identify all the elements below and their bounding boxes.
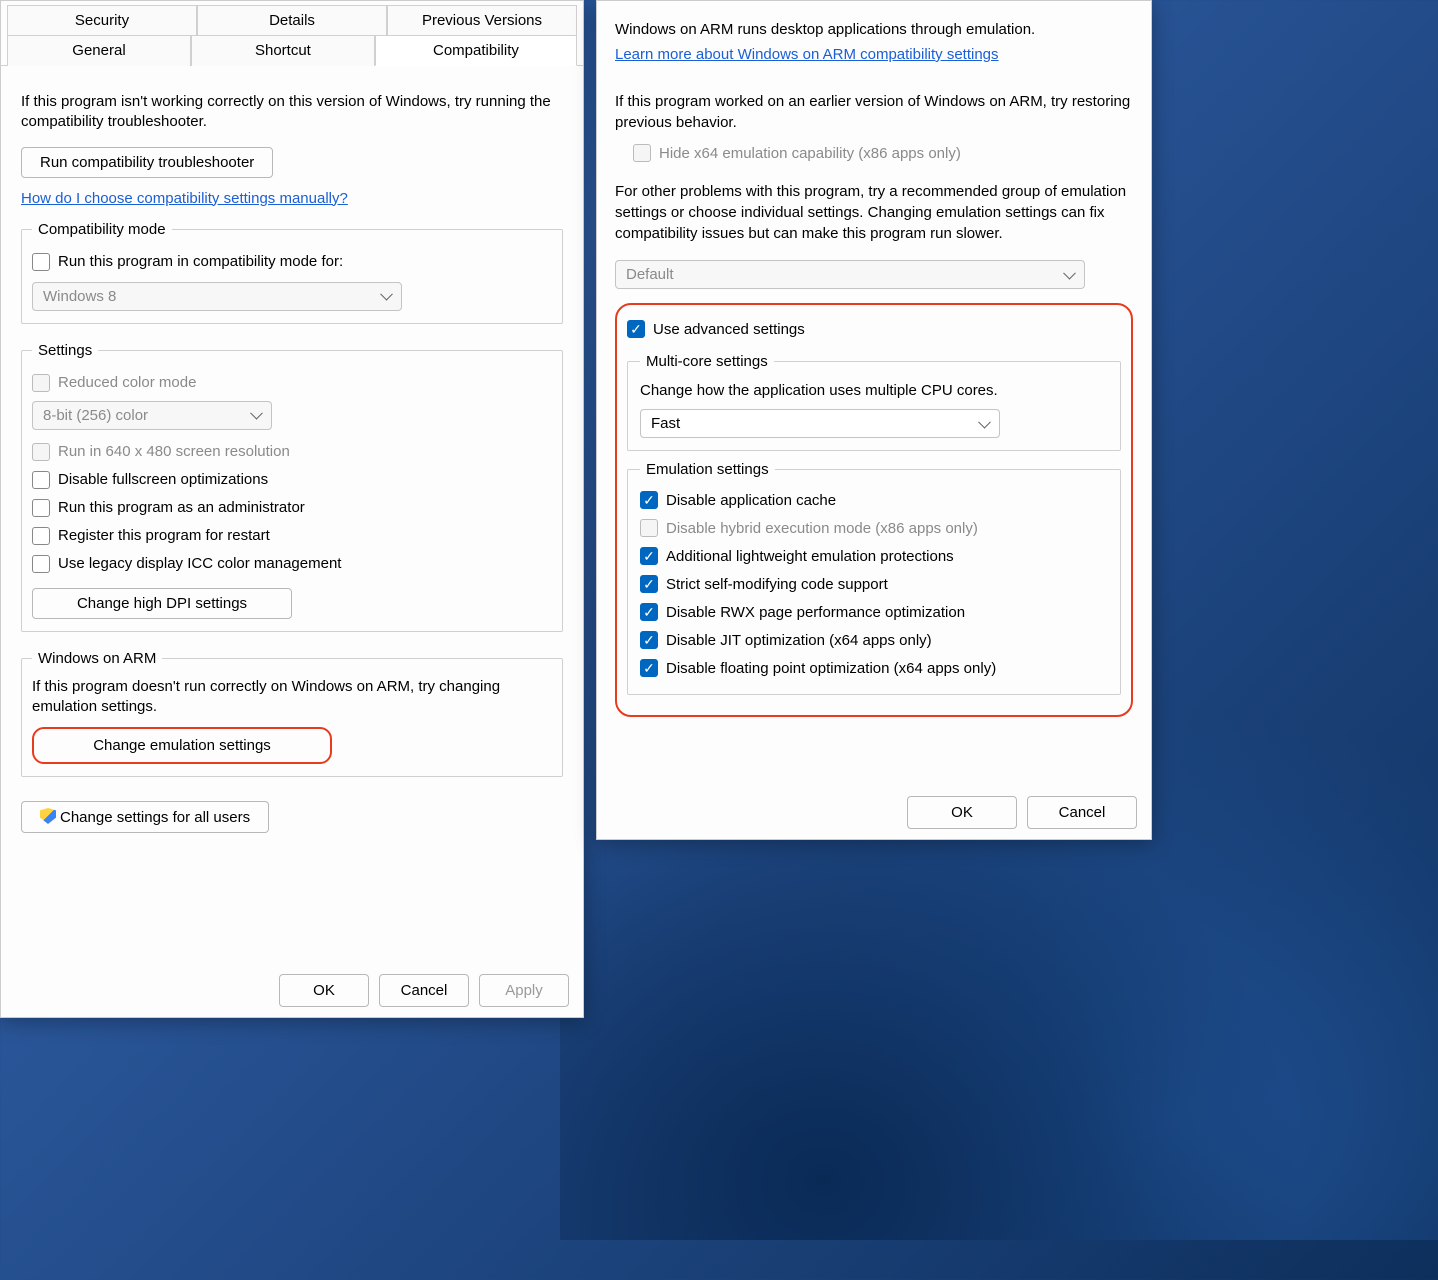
ok-button-right[interactable]: OK bbox=[907, 796, 1017, 829]
run-640-label: Run in 640 x 480 screen resolution bbox=[58, 443, 290, 460]
arm-intro-1: Windows on ARM runs desktop applications… bbox=[615, 19, 1133, 40]
additional-protections-label: Additional lightweight emulation protect… bbox=[666, 548, 954, 565]
learn-more-link[interactable]: Learn more about Windows on ARM compatib… bbox=[615, 46, 999, 63]
cancel-button-right[interactable]: Cancel bbox=[1027, 796, 1137, 829]
cancel-button[interactable]: Cancel bbox=[379, 974, 469, 1007]
tab-security[interactable]: Security bbox=[7, 5, 197, 35]
arm-intro-3: For other problems with this program, tr… bbox=[615, 181, 1133, 244]
run-troubleshooter-button[interactable]: Run compatibility troubleshooter bbox=[21, 147, 273, 178]
disable-fullscreen-label: Disable fullscreen optimizations bbox=[58, 471, 268, 488]
use-advanced-checkbox[interactable]: ✓ bbox=[627, 320, 645, 338]
disable-fullscreen-checkbox[interactable] bbox=[32, 471, 50, 489]
reduced-color-checkbox bbox=[32, 374, 50, 392]
disable-rwx-checkbox[interactable]: ✓ bbox=[640, 603, 658, 621]
additional-protections-checkbox[interactable]: ✓ bbox=[640, 547, 658, 565]
legacy-icc-label: Use legacy display ICC color management bbox=[58, 555, 341, 572]
strict-smc-label: Strict self-modifying code support bbox=[666, 576, 888, 593]
change-all-users-label: Change settings for all users bbox=[60, 809, 250, 826]
strict-smc-checkbox[interactable]: ✓ bbox=[640, 575, 658, 593]
hide-x64-label: Hide x64 emulation capability (x86 apps … bbox=[659, 145, 961, 162]
compatibility-tab-content: If this program isn't working correctly … bbox=[1, 65, 583, 843]
advanced-settings-highlight: ✓ Use advanced settings Multi-core setti… bbox=[615, 303, 1133, 717]
run-admin-checkbox[interactable] bbox=[32, 499, 50, 517]
intro-text: If this program isn't working correctly … bbox=[21, 92, 563, 133]
run-640-checkbox bbox=[32, 443, 50, 461]
emulation-preset-select: Default bbox=[615, 260, 1085, 289]
disable-hybrid-label: Disable hybrid execution mode (x86 apps … bbox=[666, 520, 978, 537]
disable-hybrid-checkbox bbox=[640, 519, 658, 537]
compatibility-mode-legend: Compatibility mode bbox=[32, 221, 172, 238]
run-admin-label: Run this program as an administrator bbox=[58, 499, 305, 516]
arm-intro-2: If this program worked on an earlier ver… bbox=[615, 91, 1133, 133]
multi-core-select[interactable]: Fast bbox=[640, 409, 1000, 438]
tab-details[interactable]: Details bbox=[197, 5, 387, 35]
change-all-users-button[interactable]: Change settings for all users bbox=[21, 801, 269, 833]
compat-mode-checkbox[interactable] bbox=[32, 253, 50, 271]
emulation-preset-value: Default bbox=[626, 266, 674, 283]
disable-cache-label: Disable application cache bbox=[666, 492, 836, 509]
shield-icon bbox=[40, 808, 56, 824]
color-depth-select: 8-bit (256) color bbox=[32, 401, 272, 430]
emulation-settings-legend: Emulation settings bbox=[640, 461, 775, 478]
disable-cache-checkbox[interactable]: ✓ bbox=[640, 491, 658, 509]
hide-x64-checkbox bbox=[633, 144, 651, 162]
multi-core-group: Multi-core settings Change how the appli… bbox=[627, 353, 1121, 451]
compatibility-mode-group: Compatibility mode Run this program in c… bbox=[21, 221, 563, 324]
multi-core-desc: Change how the application uses multiple… bbox=[640, 382, 1108, 399]
disable-jit-label: Disable JIT optimization (x64 apps only) bbox=[666, 632, 932, 649]
properties-dialog: Security Details Previous Versions Gener… bbox=[0, 0, 584, 1018]
settings-group: Settings Reduced color mode 8-bit (256) … bbox=[21, 342, 563, 632]
tab-compatibility[interactable]: Compatibility bbox=[375, 35, 577, 66]
reduced-color-label: Reduced color mode bbox=[58, 374, 196, 391]
register-restart-checkbox[interactable] bbox=[32, 527, 50, 545]
emulation-settings-dialog: Windows on ARM runs desktop applications… bbox=[596, 0, 1152, 840]
color-depth-value: 8-bit (256) color bbox=[43, 407, 148, 424]
compat-mode-label: Run this program in compatibility mode f… bbox=[58, 253, 343, 270]
settings-legend: Settings bbox=[32, 342, 98, 359]
disable-fp-label: Disable floating point optimization (x64… bbox=[666, 660, 996, 677]
legacy-icc-checkbox[interactable] bbox=[32, 555, 50, 573]
apply-button[interactable]: Apply bbox=[479, 974, 569, 1007]
arm-desc: If this program doesn't run correctly on… bbox=[32, 677, 552, 718]
arm-legend: Windows on ARM bbox=[32, 650, 162, 667]
multi-core-legend: Multi-core settings bbox=[640, 353, 774, 370]
disable-rwx-label: Disable RWX page performance optimizatio… bbox=[666, 604, 965, 621]
tab-previous-versions[interactable]: Previous Versions bbox=[387, 5, 577, 35]
use-advanced-label: Use advanced settings bbox=[653, 321, 805, 338]
dialog-footer-left: OK Cancel Apply bbox=[1, 964, 583, 1017]
change-emulation-settings-button[interactable]: Change emulation settings bbox=[32, 727, 332, 764]
dialog-footer-right: OK Cancel bbox=[597, 786, 1151, 839]
disable-fp-checkbox[interactable]: ✓ bbox=[640, 659, 658, 677]
disable-jit-checkbox[interactable]: ✓ bbox=[640, 631, 658, 649]
ok-button[interactable]: OK bbox=[279, 974, 369, 1007]
tab-shortcut[interactable]: Shortcut bbox=[191, 35, 375, 66]
multi-core-value: Fast bbox=[651, 415, 680, 432]
tab-strip: Security Details Previous Versions Gener… bbox=[1, 1, 583, 66]
compat-os-select[interactable]: Windows 8 bbox=[32, 282, 402, 311]
register-restart-label: Register this program for restart bbox=[58, 527, 270, 544]
compat-os-value: Windows 8 bbox=[43, 288, 116, 305]
windows-on-arm-group: Windows on ARM If this program doesn't r… bbox=[21, 650, 563, 778]
manual-settings-link[interactable]: How do I choose compatibility settings m… bbox=[21, 190, 348, 207]
tab-general[interactable]: General bbox=[7, 35, 191, 66]
change-high-dpi-button[interactable]: Change high DPI settings bbox=[32, 588, 292, 619]
emulation-settings-group: Emulation settings ✓ Disable application… bbox=[627, 461, 1121, 695]
